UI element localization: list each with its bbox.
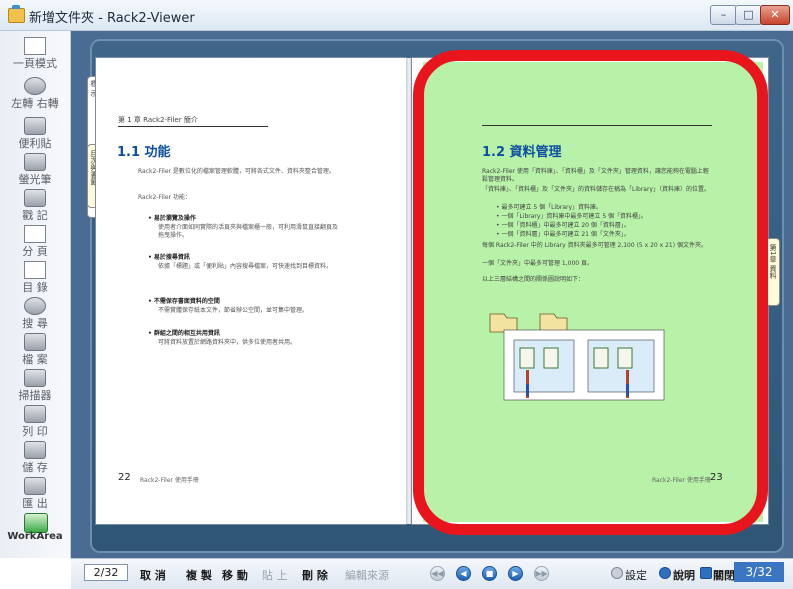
- title-bar: 新增文件夾 - Rack2-Viewer – □ ✕: [0, 0, 793, 31]
- close-book-button[interactable]: 關閉: [713, 567, 735, 583]
- tool-label: 戳 記: [22, 209, 48, 222]
- delete-button[interactable]: 刪 除: [302, 567, 328, 583]
- toc-icon: [24, 261, 46, 279]
- section-title: 1.1 功能: [117, 145, 171, 160]
- left-toolbar: 一頁模式 左轉 右轉 便利貼 螢光筆 戳 記 分 頁 目 錄 搜 尋 檔 案 掃…: [0, 31, 71, 558]
- tool-label: 目 錄: [22, 281, 48, 294]
- tool-label: 左轉 右轉: [11, 97, 59, 110]
- tool-label: WorkArea: [7, 531, 63, 542]
- page-count: 3/32: [734, 562, 784, 582]
- last-page-icon: ▶▶: [535, 569, 548, 578]
- toc-button[interactable]: 目 錄: [0, 259, 70, 295]
- paragraph: Rack2-Filer 功能：: [138, 194, 191, 201]
- bullet-heading: • 易於瀏覽及操作: [148, 215, 196, 222]
- tool-label: 一頁模式: [13, 57, 57, 70]
- page-number: 22: [118, 472, 131, 483]
- highlighter-icon: [24, 153, 46, 171]
- save-icon: [24, 441, 46, 459]
- bullet-body: 使用者介面如同實際的活頁夾與檔案櫃一般，可利用滑鼠直接翻頁及拖曳操作。: [158, 224, 339, 239]
- tool-label: 分 頁: [22, 245, 48, 258]
- save-button[interactable]: 儲 存: [0, 439, 70, 475]
- bullet-heading: • 群組之間的相互共用資訊: [148, 330, 220, 337]
- last-page-button[interactable]: ▶▶: [534, 566, 549, 581]
- header-rule: [118, 126, 268, 127]
- stamp-button[interactable]: 戳 記: [0, 187, 70, 223]
- next-page-button[interactable]: ▶: [508, 566, 523, 581]
- settings-icon: [611, 567, 623, 579]
- export-icon: [24, 477, 46, 495]
- maximize-button[interactable]: □: [735, 5, 762, 25]
- single-page-icon: [24, 37, 46, 55]
- workarea-button[interactable]: WorkArea: [0, 511, 70, 547]
- tool-label: 掃描器: [18, 389, 52, 402]
- sticky-note-icon: [24, 117, 46, 135]
- file-icon: [24, 333, 46, 351]
- paragraph: Rack2-Filer 是數位化的檔案管理軟體，可將各式文件、資料夾整合管理。: [138, 168, 335, 175]
- single-page-mode-button[interactable]: 一頁模式: [0, 35, 70, 71]
- chapter-header: 第 1 章 Rack2-Filer 簡介: [118, 116, 198, 124]
- file-button[interactable]: 檔 案: [0, 331, 70, 367]
- annotation-frame: [413, 50, 768, 535]
- settings-button[interactable]: 設定: [625, 567, 647, 583]
- bullet-body: 依據「標題」或「便利貼」內容搜尋檔案，可快速找到目標資料。: [158, 263, 333, 270]
- first-page-icon: ◀◀: [431, 569, 444, 578]
- help-button[interactable]: 說明: [673, 567, 695, 583]
- scanner-icon: [24, 369, 46, 387]
- printer-icon: [24, 405, 46, 423]
- scanner-button[interactable]: 掃描器: [0, 367, 70, 403]
- edit-source-button[interactable]: 編輯來源: [345, 567, 389, 583]
- copy-button[interactable]: 複 製: [186, 567, 212, 583]
- paste-button[interactable]: 貼 上: [262, 567, 288, 583]
- sticky-note-button[interactable]: 便利貼: [0, 115, 70, 151]
- tool-label: 列 印: [22, 425, 48, 438]
- split-page-icon: [24, 225, 46, 243]
- tool-label: 儲 存: [22, 461, 48, 474]
- tool-label: 便利貼: [18, 137, 52, 150]
- left-page[interactable]: [96, 58, 406, 524]
- right-tab-label: 第1章 資料: [769, 244, 777, 279]
- app-icon: [8, 5, 25, 23]
- print-button[interactable]: 列 印: [0, 403, 70, 439]
- next-page-icon: ▶: [512, 569, 519, 578]
- rotate-button[interactable]: 左轉 右轉: [0, 75, 70, 111]
- search-button[interactable]: 搜 尋: [0, 295, 70, 331]
- bullet-heading: • 易於搜尋資訊: [148, 254, 190, 261]
- prev-page-button[interactable]: ◀: [456, 566, 471, 581]
- search-icon: [24, 297, 46, 315]
- move-button[interactable]: 移 動: [222, 567, 248, 583]
- close-book-icon: [700, 567, 712, 579]
- page-number-input[interactable]: 2/32: [84, 564, 128, 581]
- workarea-icon: [24, 513, 48, 533]
- tool-label: 搜 尋: [22, 317, 48, 330]
- close-window-button[interactable]: ✕: [760, 5, 790, 25]
- first-page-button[interactable]: ◀◀: [430, 566, 445, 581]
- bullet-body: 可將資料放置於網路資料夾中，供多位使用者共用。: [158, 339, 297, 346]
- window-title: 新增文件夾 - Rack2-Viewer: [29, 11, 195, 26]
- cancel-button[interactable]: 取 消: [140, 567, 166, 583]
- bullet-body: 不需實體保存紙本文件，節省辦公空間，並可集中管理。: [158, 307, 309, 314]
- split-page-button[interactable]: 分 頁: [0, 223, 70, 259]
- export-button[interactable]: 匯 出: [0, 475, 70, 511]
- minimize-button[interactable]: –: [710, 5, 737, 25]
- stop-icon: ■: [485, 569, 494, 578]
- highlighter-button[interactable]: 螢光筆: [0, 151, 70, 187]
- tool-label: 螢光筆: [18, 173, 52, 186]
- rotate-icon: [24, 77, 46, 95]
- stamp-icon: [24, 189, 46, 207]
- tool-label: 檔 案: [22, 353, 48, 366]
- bullet-heading: • 不需保存書面資料的空間: [148, 298, 220, 305]
- stop-button[interactable]: ■: [482, 566, 497, 581]
- help-icon: [659, 567, 671, 579]
- prev-page-icon: ◀: [460, 569, 467, 578]
- page-footer: Rack2-Filer 使用手冊: [140, 477, 199, 484]
- tool-label: 匯 出: [22, 497, 48, 510]
